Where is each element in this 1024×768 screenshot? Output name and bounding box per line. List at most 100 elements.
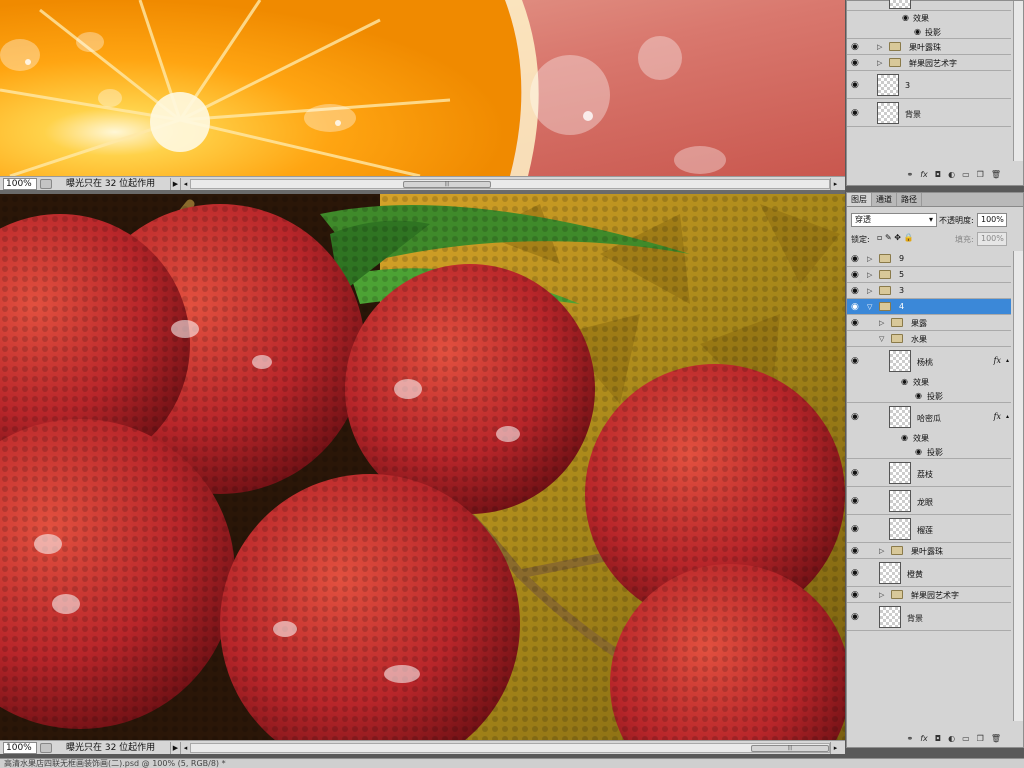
eye-icon[interactable]: ◉ [901,377,908,386]
expand-triangle-icon[interactable]: ▷ [877,43,885,51]
eye-icon[interactable]: ◉ [851,468,861,478]
eye-icon[interactable]: ◉ [915,447,922,456]
expand-triangle-icon[interactable]: ▷ [879,591,887,599]
status-info-icon[interactable] [40,742,52,753]
eye-icon[interactable]: ◉ [851,412,861,422]
fx-icon[interactable]: fx [994,356,1001,365]
layer-row[interactable] [847,0,1011,11]
eye-icon[interactable]: ◉ [901,433,908,442]
layer-row[interactable]: ◉ ▷ 果叶露珠 [847,39,1011,55]
layer-row[interactable]: ◉ 3 [847,71,1011,99]
blend-mode-select[interactable]: 穿透 ▾ [851,213,937,227]
layer-row[interactable]: ◉ ▷ 鲜果园艺术字 [847,587,1011,603]
layer-row[interactable]: ◉ ▷ 果叶露珠 [847,543,1011,559]
layer-row[interactable]: ▽ 水果 [847,331,1011,347]
fx-icon[interactable]: fx [994,412,1001,421]
tab-paths[interactable]: 路径 [897,193,922,206]
layer-row[interactable]: ◉ ▷ 鲜果园艺术字 [847,55,1011,71]
expand-triangle-icon[interactable]: ▷ [877,59,885,67]
folder-icon[interactable]: ▭ [962,170,970,179]
status-info-icon[interactable] [40,178,52,189]
fx-icon[interactable]: fx [920,734,928,743]
vertical-scrollbar[interactable] [1013,1,1023,161]
new-layer-icon[interactable]: ❐ [977,734,984,743]
collapse-triangle-icon[interactable]: ▽ [879,335,887,343]
eye-icon[interactable]: ◉ [851,568,861,578]
layer-row[interactable]: ◉ ▷ 9 [847,251,1011,267]
eye-icon[interactable]: ◉ [851,270,861,280]
expand-triangle-icon[interactable]: ▷ [867,287,875,295]
expand-triangle-icon[interactable]: ▷ [867,255,875,263]
document-title[interactable]: 高清水果店四联无框画装饰画(二).psd @ 100% (5, RGB/8) * [4,759,226,768]
scroll-left-icon[interactable]: ◂ [180,741,190,754]
expand-triangle-icon[interactable]: ▷ [879,547,887,555]
status-menu-arrow-icon[interactable]: ▶ [170,177,180,190]
scroll-right-icon[interactable]: ▸ [830,741,840,754]
top-document-canvas[interactable] [0,0,845,176]
adjustment-icon[interactable]: ◐ [948,170,955,179]
layer-row[interactable]: ◉ 荔枝 [847,459,1011,487]
folder-icon[interactable]: ▭ [962,734,970,743]
lock-icons[interactable]: ▫ ✎ ✥ 🔒 [877,233,913,242]
tab-layers[interactable]: 图层 [847,193,872,206]
collapse-triangle-icon[interactable]: ▽ [867,303,875,311]
eye-icon[interactable]: ◉ [851,108,861,118]
eye-icon[interactable]: ◉ [902,13,909,22]
effect-row[interactable]: ◉ 投影 [847,389,1011,403]
layer-row[interactable]: ◉ 背景 [847,99,1011,127]
zoom-field[interactable]: 100% [3,741,37,754]
fx-icon[interactable]: fx [920,170,928,179]
expand-arrow-icon[interactable]: ▴ [1006,357,1009,364]
layer-row-selected[interactable]: ◉ ▽ 4 [847,299,1011,315]
expand-arrow-icon[interactable]: ▴ [1006,413,1009,420]
adjustment-icon[interactable]: ◐ [948,734,955,743]
horizontal-scrollbar[interactable]: ||| [190,178,830,189]
scroll-right-icon[interactable]: ▸ [830,177,840,190]
bottom-document-canvas[interactable] [0,194,845,740]
eye-icon[interactable]: ◉ [851,356,861,366]
eye-icon[interactable]: ◉ [914,27,921,36]
layer-row[interactable]: ◉ ▷ 果露 [847,315,1011,331]
trash-icon[interactable]: 🗑 [991,734,1001,743]
vertical-scrollbar[interactable] [1013,251,1023,721]
link-icon[interactable]: ⚭ [907,734,914,743]
effect-group-row[interactable]: ◉ 效果 [847,431,1011,445]
fill-field[interactable]: 100% [977,232,1007,246]
layer-row[interactable]: ◉ 龙眼 [847,487,1011,515]
eye-icon[interactable]: ◉ [851,58,861,68]
layer-row[interactable]: ◉ 背景 [847,603,1011,631]
tab-channels[interactable]: 通道 [872,193,897,206]
opacity-field[interactable]: 100% [977,213,1007,227]
link-icon[interactable]: ⚭ [907,170,914,179]
eye-icon[interactable]: ◉ [851,524,861,534]
scroll-left-icon[interactable]: ◂ [180,177,190,190]
trash-icon[interactable]: 🗑 [991,170,1001,179]
eye-icon[interactable]: ◉ [851,318,861,328]
eye-icon[interactable]: ◉ [851,546,861,556]
eye-icon[interactable]: ◉ [851,612,861,622]
layer-row[interactable]: ◉ ▷ 5 [847,267,1011,283]
eye-icon[interactable]: ◉ [915,391,922,400]
horizontal-scrollbar[interactable]: ||| [190,742,830,753]
effect-group-row[interactable]: ◉ 效果 [847,11,1011,25]
scroll-thumb[interactable]: ||| [751,744,829,752]
status-menu-arrow-icon[interactable]: ▶ [170,741,180,754]
mask-icon[interactable]: ◘ [935,734,941,743]
layer-row[interactable]: ◉ 哈密瓜 fx ▴ [847,403,1011,431]
eye-icon[interactable]: ◉ [851,302,861,312]
scroll-thumb[interactable]: ||| [403,180,491,188]
eye-icon[interactable]: ◉ [851,286,861,296]
layer-row[interactable]: ◉ 杨桃 fx ▴ [847,347,1011,375]
eye-icon[interactable]: ◉ [851,80,861,90]
layer-row[interactable]: ◉ 榴莲 [847,515,1011,543]
expand-triangle-icon[interactable]: ▷ [867,271,875,279]
expand-triangle-icon[interactable]: ▷ [879,319,887,327]
eye-icon[interactable]: ◉ [851,496,861,506]
mask-icon[interactable]: ◘ [935,170,941,179]
zoom-field[interactable]: 100% [3,177,37,190]
new-layer-icon[interactable]: ❐ [977,170,984,179]
effect-group-row[interactable]: ◉ 效果 [847,375,1011,389]
eye-icon[interactable]: ◉ [851,590,861,600]
layer-row[interactable]: ◉ ▷ 3 [847,283,1011,299]
layer-row[interactable]: ◉ 橙黄 [847,559,1011,587]
